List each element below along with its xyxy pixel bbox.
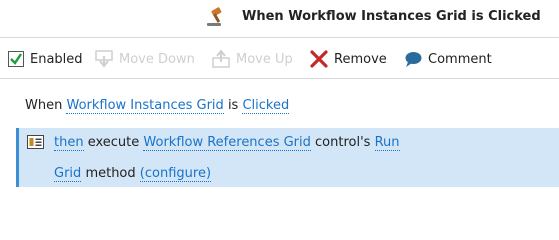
remove-x-icon: [310, 50, 328, 68]
method-link-part1[interactable]: Run: [374, 135, 400, 151]
move-up-button[interactable]: Move Up: [212, 38, 293, 80]
condition-control-link[interactable]: Workflow Instances Grid: [66, 98, 224, 114]
execute-text: execute: [87, 135, 140, 150]
comment-bubble-icon: [405, 52, 422, 67]
rule-condition: When Workflow Instances Grid is Clicked: [25, 97, 290, 115]
method-link-part2[interactable]: Grid: [54, 166, 82, 182]
enabled-label: Enabled: [30, 51, 83, 67]
move-down-icon: [95, 50, 113, 68]
configure-link[interactable]: (configure): [139, 166, 212, 182]
move-up-icon: [212, 50, 230, 68]
then-link[interactable]: then: [54, 135, 84, 151]
is-text: is: [227, 98, 239, 113]
rule-title: When Workflow Instances Grid is Clicked: [242, 9, 541, 24]
controls-text: control's: [315, 135, 371, 150]
comment-label: Comment: [428, 51, 492, 67]
action-line-2: Grid method (configure): [54, 165, 212, 183]
remove-label: Remove: [334, 51, 387, 67]
enabled-checkbox[interactable]: Enabled: [8, 38, 83, 80]
action-item-icon: [27, 135, 44, 149]
when-text: When: [25, 98, 63, 113]
remove-button[interactable]: Remove: [310, 38, 387, 80]
move-down-label: Move Down: [119, 51, 195, 67]
comment-button[interactable]: Comment: [404, 38, 492, 80]
method-text: method: [85, 166, 136, 181]
move-down-button[interactable]: Move Down: [95, 38, 195, 80]
rule-title-bar: When Workflow Instances Grid is Clicked: [0, 0, 559, 36]
rule-toolbar: Enabled Move Down Move Up Remove Comment: [0, 37, 559, 79]
action-control-link[interactable]: Workflow References Grid: [143, 135, 311, 151]
checkbox-checked-icon[interactable]: [8, 51, 24, 67]
condition-event-link[interactable]: Clicked: [242, 98, 290, 114]
action-block[interactable]: then execute Workflow References Grid co…: [16, 128, 559, 187]
action-line-1: then execute Workflow References Grid co…: [54, 134, 400, 152]
gavel-icon: [207, 7, 222, 26]
move-up-label: Move Up: [236, 51, 293, 67]
